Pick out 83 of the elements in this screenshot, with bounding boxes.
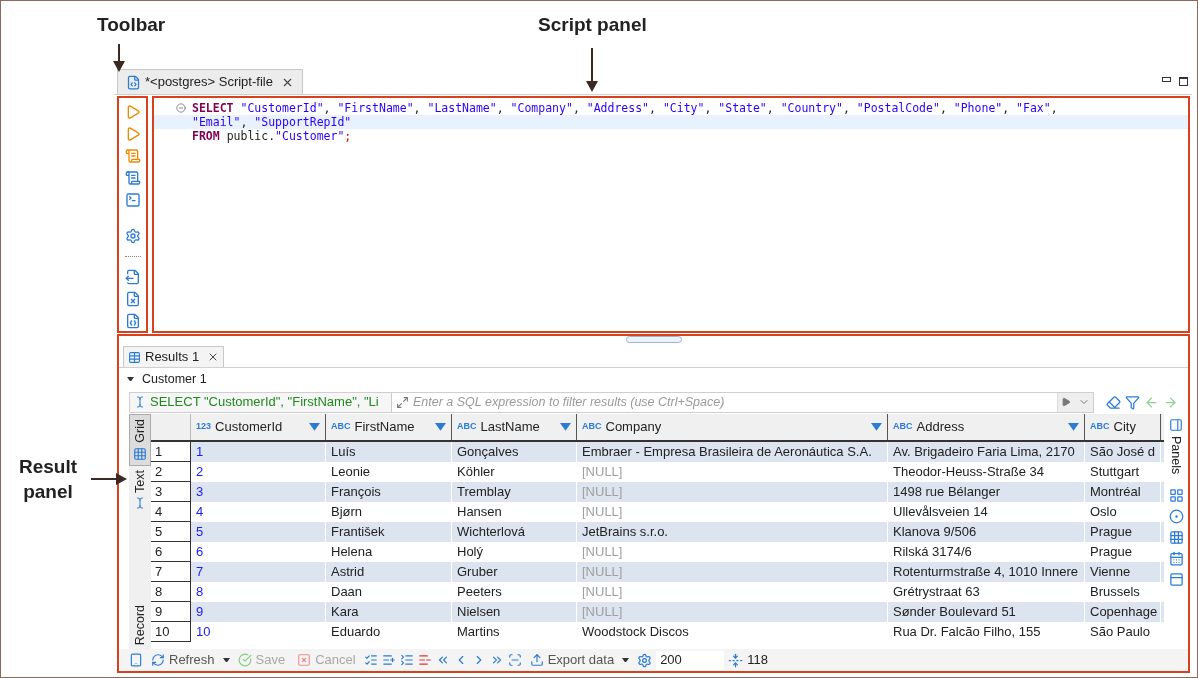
expand-icon[interactable] bbox=[127, 376, 134, 382]
fit-icon[interactable] bbox=[507, 653, 522, 667]
row-number[interactable]: 4 bbox=[151, 502, 191, 522]
table-cell: 10 bbox=[191, 622, 326, 642]
panel-icon[interactable] bbox=[129, 653, 143, 667]
row-number[interactable]: 8 bbox=[151, 582, 191, 602]
window-icon[interactable] bbox=[1168, 572, 1184, 588]
eraser-icon[interactable] bbox=[1106, 394, 1121, 410]
row-number[interactable]: 9 bbox=[151, 602, 191, 622]
script-file-icon bbox=[126, 74, 141, 90]
column-header[interactable]: ABC Company bbox=[577, 414, 888, 440]
sort-icon[interactable] bbox=[1068, 423, 1079, 431]
caret-icon[interactable] bbox=[622, 657, 630, 663]
table-cell: São Paulo bbox=[1085, 622, 1161, 642]
refresh-button[interactable]: Refresh bbox=[147, 650, 219, 670]
export-button[interactable]: Export data bbox=[525, 650, 619, 670]
caret-icon[interactable] bbox=[222, 657, 230, 663]
script-editor[interactable]: SELECT "CustomerId", "FirstName", "LastName", "Company", "Address", "City", "State", "Country", "PostalCode", "Phone", "Fax", "Email", "SupportRepId" FROM public."Customer"; bbox=[152, 96, 1190, 333]
fetch-all-icon[interactable] bbox=[728, 652, 744, 668]
column-header[interactable]: ABC City bbox=[1085, 414, 1161, 440]
row-count: 118 bbox=[747, 651, 768, 670]
code-line: SELECT "CustomerId", "FirstName", "LastName", "Company", "Address", "City", "State", "Country", "PostalCode", "Phone", "Fax", bbox=[154, 101, 1188, 115]
panel-icon bbox=[1169, 418, 1183, 432]
row-number[interactable]: 5 bbox=[151, 522, 191, 542]
row-number[interactable]: 7 bbox=[151, 562, 191, 582]
row-number[interactable]: 10 bbox=[151, 622, 191, 642]
view-tab[interactable]: Grid bbox=[129, 414, 151, 466]
column-header[interactable]: 123 CustomerId bbox=[191, 414, 326, 440]
editor-tab[interactable]: *<postgres> Script-file bbox=[117, 69, 303, 94]
delete-row-icon[interactable] bbox=[417, 653, 432, 667]
table-cell: Martins bbox=[452, 622, 577, 642]
text-cursor-icon bbox=[134, 496, 146, 509]
check-icon bbox=[237, 653, 252, 667]
sort-icon[interactable] bbox=[435, 423, 446, 431]
settings-icon[interactable] bbox=[637, 652, 653, 668]
refresh-icon bbox=[151, 653, 165, 667]
grid-icon bbox=[133, 446, 147, 461]
upload-icon bbox=[529, 653, 544, 667]
callout-arrow bbox=[91, 473, 127, 485]
code-line: FROM public."Customer"; bbox=[191, 129, 353, 143]
copy-row-icon[interactable] bbox=[399, 653, 414, 667]
calendar-icon[interactable] bbox=[1168, 551, 1184, 567]
results-tab[interactable]: Results 1 bbox=[123, 346, 225, 367]
table-icon[interactable] bbox=[1168, 530, 1184, 546]
query-text: SELECT "CustomerId", "FirstName", "Li bbox=[130, 392, 392, 412]
callout-label: Script panel bbox=[538, 13, 647, 37]
row-number[interactable]: 2 bbox=[151, 462, 191, 482]
grid-icon[interactable] bbox=[1168, 488, 1184, 504]
filter-icon[interactable] bbox=[1125, 394, 1140, 410]
apply-icon[interactable] bbox=[1061, 397, 1072, 407]
fetch-size-field[interactable]: 200 bbox=[656, 650, 725, 670]
close-icon bbox=[297, 653, 312, 667]
view-tab[interactable]: Text bbox=[129, 465, 151, 513]
table-cell: Eduardo bbox=[326, 622, 452, 642]
column-header[interactable]: ABC FirstName bbox=[326, 414, 452, 440]
minimize-icon[interactable] bbox=[1162, 77, 1171, 82]
column-header[interactable]: ABC LastName bbox=[452, 414, 577, 440]
row-number[interactable]: 6 bbox=[151, 542, 191, 562]
callout-label: Toolbar bbox=[97, 13, 166, 37]
table-cell: Woodstock Discos bbox=[577, 622, 888, 642]
row-number[interactable]: 3 bbox=[151, 482, 191, 502]
edit-rows-icon[interactable] bbox=[363, 653, 378, 667]
callout-arrow bbox=[113, 43, 126, 72]
text-cursor-icon bbox=[134, 396, 146, 408]
fold-icon[interactable] bbox=[176, 103, 186, 113]
table-icon bbox=[128, 350, 141, 364]
view-tab[interactable]: Record bbox=[129, 600, 151, 649]
maximize-icon[interactable] bbox=[1179, 77, 1188, 86]
filter-bar[interactable]: SELECT "CustomerId", "FirstName", "Li Enter a SQL expression to filter results (use Ctrl+Space) bbox=[129, 391, 1094, 413]
filter-field[interactable]: Enter a SQL expression to filter results (use Ctrl+Space) bbox=[413, 392, 1057, 412]
add-row-icon[interactable] bbox=[381, 653, 396, 667]
panels-tab[interactable]: Panels bbox=[1166, 418, 1186, 475]
callout-label: Result panel bbox=[17, 455, 79, 504]
column-header[interactable]: ABC Address bbox=[888, 414, 1085, 440]
row-number[interactable]: 1 bbox=[151, 442, 191, 462]
table-cell: Rua Dr. Falcão Filho, 155 bbox=[888, 622, 1085, 642]
sort-icon[interactable] bbox=[309, 423, 320, 431]
sort-icon[interactable] bbox=[871, 423, 882, 431]
callout-arrow bbox=[586, 47, 599, 92]
circle-icon[interactable] bbox=[1168, 509, 1184, 525]
query-node[interactable]: Customer 1 bbox=[119, 368, 1188, 390]
splitter-handle[interactable] bbox=[625, 336, 682, 343]
sort-icon[interactable] bbox=[560, 423, 571, 431]
